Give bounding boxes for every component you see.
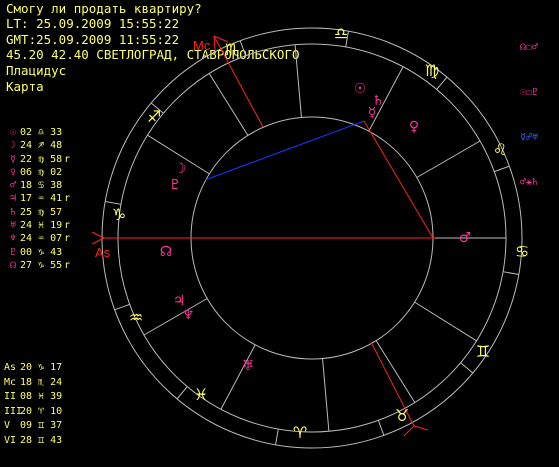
gemini-icon: ♊ xyxy=(476,342,490,361)
house-cusp-line xyxy=(208,73,249,136)
mercury-icon: ☿ xyxy=(368,105,377,121)
sign-divider xyxy=(275,428,279,445)
node-icon: ☊ xyxy=(160,244,172,260)
scorpio-icon: ♏ xyxy=(225,40,239,59)
ascendant-label: As xyxy=(95,245,111,260)
sagittarius-icon: ♐ xyxy=(147,107,161,126)
sign-divider xyxy=(105,201,122,205)
sign-divider xyxy=(460,362,474,374)
capricorn-icon: ♑ xyxy=(112,205,126,224)
uranus-icon: ♅ xyxy=(242,358,255,374)
leo-icon: ♌ xyxy=(493,140,507,159)
sign-divider xyxy=(377,420,385,436)
house-cusp-line xyxy=(416,140,481,178)
sign-divider xyxy=(176,386,188,400)
sign-divider xyxy=(239,40,247,56)
taurus-icon: ♉ xyxy=(395,406,409,425)
horoscope-wheel: As Mc ♎ ♍ ♌ ♋ ♊ ♉ ♈ ♓ ♒ ♑ ♐ ♏ ☉ ♄ ☿ ♀ ♂ … xyxy=(91,24,529,449)
midheaven-arrow xyxy=(413,425,429,431)
aquarius-icon: ♒ xyxy=(129,308,143,327)
house-cusp-line xyxy=(322,358,330,432)
house-cusp-line xyxy=(220,344,256,410)
pisces-icon: ♓ xyxy=(194,385,208,404)
aspect-line-sextile xyxy=(363,120,434,239)
midheaven-label: Mc xyxy=(193,38,211,53)
sun-icon: ☉ xyxy=(354,81,367,97)
sign-divider xyxy=(494,165,510,173)
house-cusp-line xyxy=(375,340,416,403)
neptune-icon: ♆ xyxy=(182,307,195,323)
cancer-icon: ♋ xyxy=(515,242,529,261)
sign-divider xyxy=(502,271,519,275)
mars-icon: ♂ xyxy=(459,230,472,246)
house-cusp-line xyxy=(414,301,477,342)
moon-icon: ☽ xyxy=(174,161,187,177)
house-cusp-line xyxy=(294,44,302,118)
midheaven-arrow xyxy=(403,425,415,437)
libra-icon: ♎ xyxy=(334,24,348,43)
aries-icon: ♈ xyxy=(293,423,307,442)
venus-icon: ♀ xyxy=(409,119,419,135)
virgo-icon: ♍ xyxy=(425,61,439,80)
pluto-icon: ♇ xyxy=(169,177,182,193)
sign-divider xyxy=(114,303,130,311)
